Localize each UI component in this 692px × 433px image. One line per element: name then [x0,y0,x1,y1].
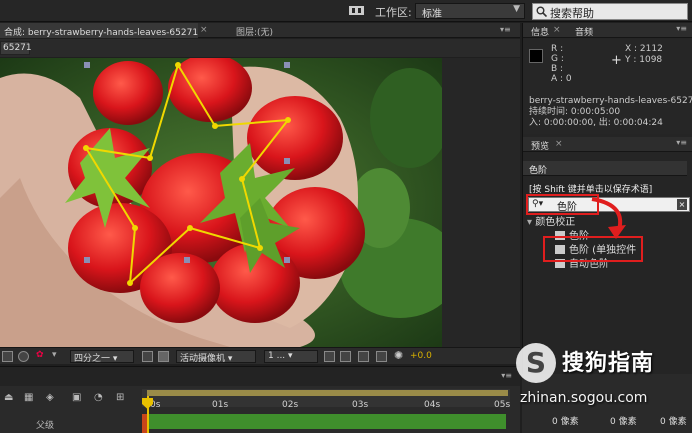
composition-name-tab[interactable]: 65271 [0,41,32,55]
frame-blending-icon[interactable]: ▣ [72,392,81,403]
red-arrow-icon [591,197,626,239]
xy-readout: X : 2112 Y : 1098 [625,44,663,66]
panel-menu-icon[interactable]: ▾≡ [501,371,512,380]
workspace-icon[interactable] [349,5,364,16]
views-value: 1 ... [268,351,286,361]
region-of-interest-icon[interactable] [142,351,153,362]
layer-tab[interactable]: 图层:(无) [236,25,273,38]
close-icon[interactable]: × [200,25,208,35]
workspace-select[interactable]: 标准 ▼ [415,3,525,20]
timeline-header: ▾≡ [0,366,520,386]
b-value: B : [551,64,564,74]
flowchart-icon[interactable] [376,351,387,362]
top-toolbar: 工作区: 标准 ▼ 搜索帮助 [0,0,692,22]
toggle-pixel-icon[interactable] [324,351,335,362]
camera-value: 活动摄像机 [180,354,226,364]
indent-value[interactable]: 0 像素 [660,414,687,427]
indent-value[interactable]: 0 像素 [552,414,579,427]
watermark-url: zhinan.sogou.com [520,390,648,406]
transparency-grid-icon[interactable] [158,351,169,362]
color-swatch [529,49,543,63]
composition-viewer[interactable] [0,58,520,347]
live-update-icon[interactable]: ⏏ [4,392,13,403]
time-tick: 03s [352,400,369,410]
views-select[interactable]: 1 ... ▾ [264,350,318,363]
panel-menu-icon[interactable]: ▾≡ [676,24,687,33]
workspace-value: 标准 [422,9,442,20]
color-channel-icon[interactable]: ✿ [36,350,44,360]
indent-value[interactable]: 0 像素 [610,414,637,427]
strawberry-image [0,58,442,347]
chevron-down-icon: ▾ [527,217,536,228]
show-channel-icon[interactable] [18,351,29,362]
a-value: A : 0 [551,74,572,84]
fast-preview-icon[interactable] [340,351,351,362]
time-tick: 01s [212,400,229,410]
r-value: R : [551,44,564,54]
search-icon [536,6,547,17]
help-search-input[interactable]: 搜索帮助 [532,3,688,20]
file-info: berry-strawberry-hands-leaves-65271.j 持续… [523,94,692,134]
composition-subbar: 65271 [0,39,520,57]
crosshair-icon: + [611,53,622,68]
y-value: Y : 1098 [625,55,663,65]
category-label: 颜色校正 [535,217,576,228]
clear-icon[interactable]: × [677,199,687,210]
close-icon[interactable]: × [555,139,563,149]
info-body: R : G : B : A : 0 + X : 2112 Y : 1098 [523,39,692,94]
exposure-icon[interactable]: ✺ [394,349,403,362]
camera-snapshot-icon[interactable] [2,351,13,362]
file-name: berry-strawberry-hands-leaves-65271.j [529,96,692,106]
duration: 持续时间: 0:00:05:00 [529,107,621,117]
playhead[interactable] [147,396,149,433]
camera-select[interactable]: 活动摄像机 ▾ [176,350,256,364]
composition-tab-bar: 合成: berry-strawberry-hands-leaves-65271 … [0,23,520,38]
effects-tabs: 预览 × ▾≡ [523,137,692,152]
graph-editor-icon[interactable]: ⊞ [116,392,124,403]
composition-tab[interactable]: 合成: berry-strawberry-hands-leaves-65271 [0,23,198,38]
search-placeholder: 搜索帮助 [550,7,594,20]
chevron-down-icon[interactable]: ▾ [52,350,57,360]
tab-audio[interactable]: 音频 [575,25,593,38]
exposure-value[interactable]: +0.0 [410,351,432,361]
g-value: G : [551,54,564,64]
chevron-down-icon: ▼ [513,4,520,14]
draft-3d-icon[interactable]: ▦ [24,392,33,403]
layer-duration-bar[interactable] [148,414,506,429]
time-tick: 04s [424,400,441,410]
work-area-bar[interactable] [147,390,508,396]
resolution-select[interactable]: 四分之一 ▾ [70,350,134,364]
effects-presets-title: 色阶 [523,161,687,176]
tab-info[interactable]: 信息 [531,25,549,38]
viewer-controls: ✿ ▾ 四分之一 ▾ 活动摄像机 ▾ 1 ... ▾ ✺ +0.0 [0,347,520,364]
panel-menu-icon[interactable]: ▾≡ [500,25,511,34]
close-icon[interactable]: × [553,25,561,35]
workspace-label: 工作区: [375,6,412,19]
hide-layers-icon[interactable]: ◈ [46,392,54,403]
panel-menu-icon[interactable]: ▾≡ [676,138,687,147]
watermark-brand: 搜狗指南 [562,351,655,376]
tab-preview[interactable]: 预览 [531,139,549,152]
x-value: X : 2112 [625,44,663,54]
info-tabs: 信息 × 音频 ▾≡ [523,23,692,38]
sogou-logo-icon: S [516,343,556,383]
rgba-readout: R : G : B : A : 0 [551,44,572,84]
parent-column-label: 父级 [36,421,55,431]
time-tick: 05s [494,400,511,410]
time-tick: 02s [282,400,299,410]
motion-blur-icon[interactable]: ◔ [94,392,103,403]
timeline-icon[interactable] [358,351,369,362]
in-out-points: 入: 0:00:00:00, 出: 0:00:04:24 [529,118,663,128]
resolution-value: 四分之一 [74,354,111,364]
